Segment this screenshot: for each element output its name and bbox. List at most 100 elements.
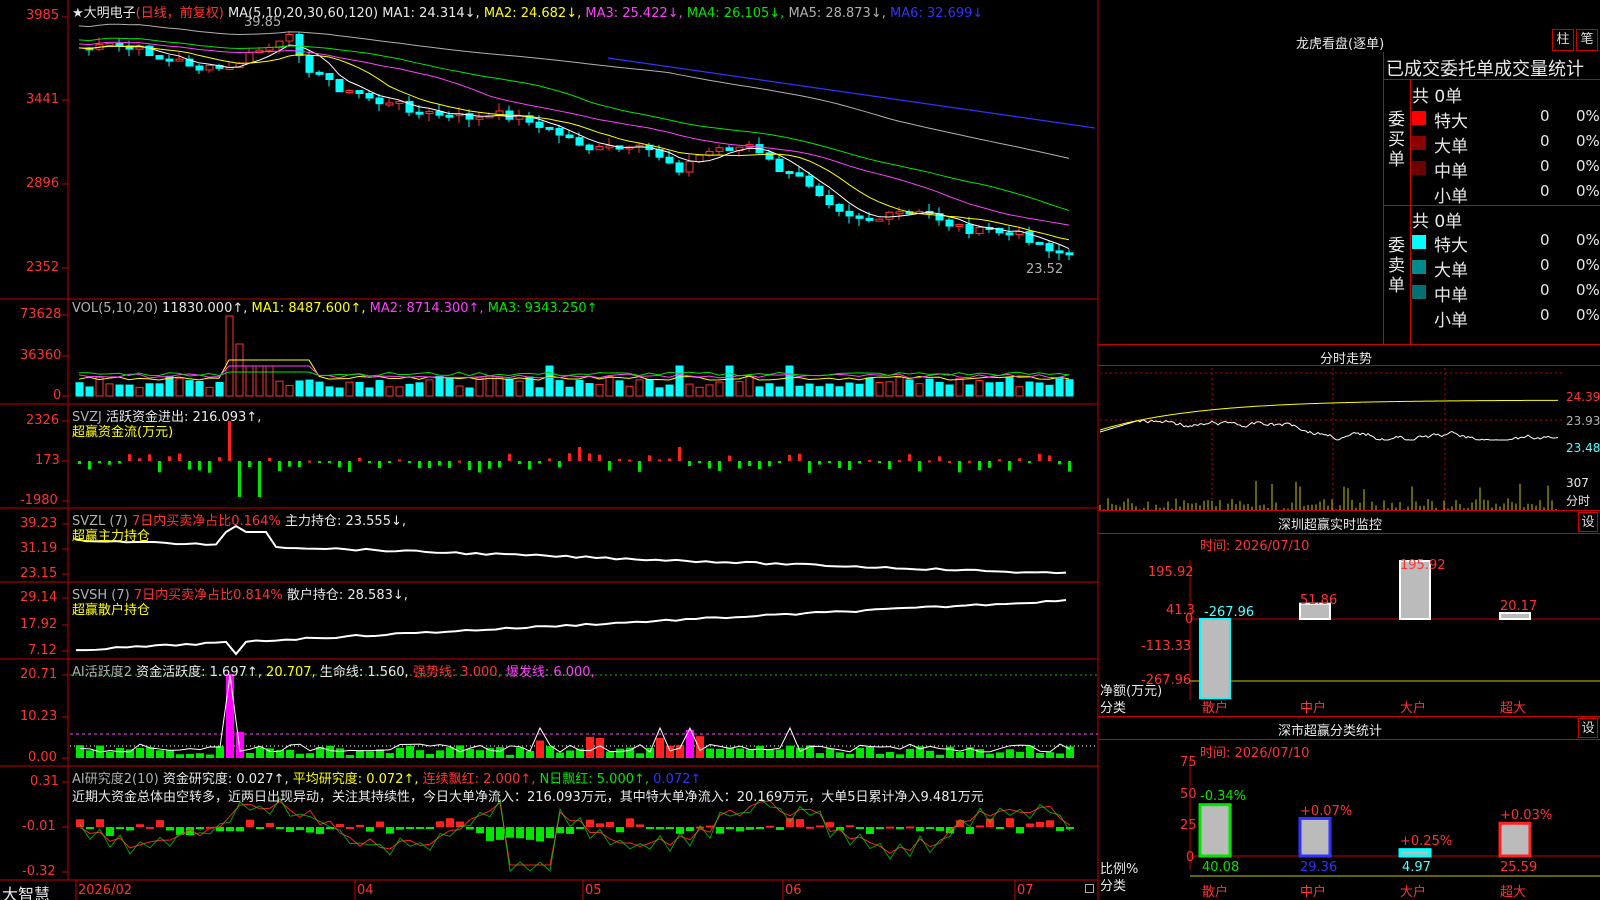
class-cat-3: 大户 — [1400, 885, 1427, 900]
class-value-3: 4.97 — [1402, 860, 1431, 875]
capital-flow-bar — [548, 458, 551, 461]
capital-flow-bar — [118, 461, 121, 464]
volume-bar — [1015, 386, 1024, 397]
candle-body — [825, 194, 834, 206]
monitor-tick-3: 0 — [1185, 612, 1194, 627]
sell-row-pct: 0% — [1576, 231, 1600, 249]
candle-body — [445, 114, 454, 118]
volume-bar — [335, 387, 344, 397]
volume-bar — [585, 383, 594, 397]
candle-body — [395, 100, 404, 104]
volume-bar — [765, 383, 774, 397]
capital-flow-bar — [778, 461, 781, 463]
monitor-cat-2: 中户 — [1300, 701, 1327, 716]
research-bar — [1016, 827, 1024, 834]
activity-bar — [156, 750, 164, 758]
volume-bar — [215, 381, 224, 397]
monitor-tick-1: 195.92 — [1148, 565, 1194, 580]
class-bar-1 — [1198, 803, 1232, 858]
capital-flow-bar — [518, 461, 521, 465]
class-cat-1: 散户 — [1202, 885, 1229, 900]
activity-bar — [956, 751, 964, 758]
research-bar — [846, 825, 854, 828]
activity-bar — [86, 750, 94, 758]
volume-bar — [495, 377, 504, 397]
volume-bar — [105, 383, 114, 397]
capital-flow-bar — [448, 461, 451, 468]
research-bar — [146, 826, 154, 829]
activity-bar — [696, 736, 704, 758]
candle-body — [155, 55, 164, 60]
class-settings-button[interactable]: 设 — [1578, 718, 1598, 738]
period-label[interactable]: (日线，前复权) — [136, 6, 224, 21]
capital-flow-bar — [328, 461, 331, 464]
class-value-2: 29.36 — [1300, 860, 1338, 875]
activity-bar — [886, 751, 894, 758]
research-bar — [306, 827, 314, 833]
capital-flow-bar — [268, 457, 271, 461]
activity-bar — [596, 737, 604, 758]
capital-flow-bar — [658, 459, 661, 462]
candle-body — [535, 121, 544, 128]
stock-name[interactable]: ★大明电子 — [72, 6, 136, 21]
volume-bar — [635, 379, 644, 397]
volume-bar — [875, 381, 884, 397]
capital-flow-bar — [768, 461, 771, 467]
volume-bar — [475, 377, 484, 397]
activity-bar — [926, 750, 934, 758]
dragon-panel-title: 龙虎看盘(逐单) — [1296, 37, 1385, 52]
research-bar — [86, 827, 94, 830]
research-bar — [566, 827, 574, 834]
activity-bar — [866, 746, 874, 758]
intraday-title: 分时走势 — [1320, 352, 1373, 367]
volume-bar — [145, 383, 154, 397]
svsh-tick-3: 7.12 — [28, 643, 57, 658]
svzl-tick-2: 31.19 — [20, 541, 58, 556]
candle-body — [885, 211, 894, 220]
research-bar — [106, 827, 114, 836]
volume-bar — [255, 365, 264, 397]
monitor-cat-1: 散户 — [1202, 701, 1229, 716]
activity-bar — [666, 745, 674, 758]
activity-bar — [726, 747, 734, 758]
capital-flow-bar — [698, 461, 701, 463]
volume-bar — [395, 386, 404, 397]
activity-bar — [516, 747, 524, 758]
candle-body — [775, 158, 784, 173]
volume-bar — [225, 315, 234, 397]
research-bar — [896, 827, 904, 830]
capital-flow-bar — [998, 459, 1001, 462]
volume-bar — [505, 378, 514, 397]
ma-line-2 — [78, 45, 1070, 241]
volume-bar — [185, 380, 194, 397]
research-bar — [626, 818, 634, 827]
monitor-title: 深圳超赢实时监控 — [1278, 518, 1383, 533]
sell-side-label: 委卖单 — [1388, 236, 1405, 296]
lock-icon[interactable] — [1085, 884, 1094, 893]
brand-label[interactable]: 大智慧 — [2, 881, 50, 900]
capital-flow-bar — [358, 457, 361, 461]
class-tick-2: 50 — [1180, 787, 1197, 802]
volume-bar — [975, 380, 984, 397]
capital-flow-bar — [318, 461, 321, 463]
tick-view-button[interactable]: 笔 — [1576, 29, 1598, 51]
bar-view-button[interactable]: 柱 — [1552, 29, 1574, 51]
activity-bar — [306, 753, 314, 758]
capital-flow-bar — [838, 461, 841, 469]
capital-flow-bar — [828, 461, 831, 463]
intraday-tick-1: 24.39 — [1566, 390, 1600, 404]
research-bar — [476, 827, 484, 834]
sell-row-pct: 0% — [1576, 306, 1600, 324]
volume-bar — [295, 380, 304, 397]
monitor-value-2: 51.86 — [1300, 593, 1338, 608]
activity-bar — [336, 748, 344, 758]
capital-flow-bar — [428, 461, 431, 469]
capital-flow-bar — [618, 458, 621, 461]
sell-row-count: 0 — [1540, 256, 1550, 274]
capital-flow-bar — [538, 461, 541, 464]
class-tick-1: 75 — [1180, 755, 1197, 770]
research-bar — [416, 827, 424, 829]
volume-bar — [525, 376, 534, 397]
monitor-settings-button[interactable]: 设 — [1578, 512, 1598, 532]
candle-body — [345, 90, 354, 94]
